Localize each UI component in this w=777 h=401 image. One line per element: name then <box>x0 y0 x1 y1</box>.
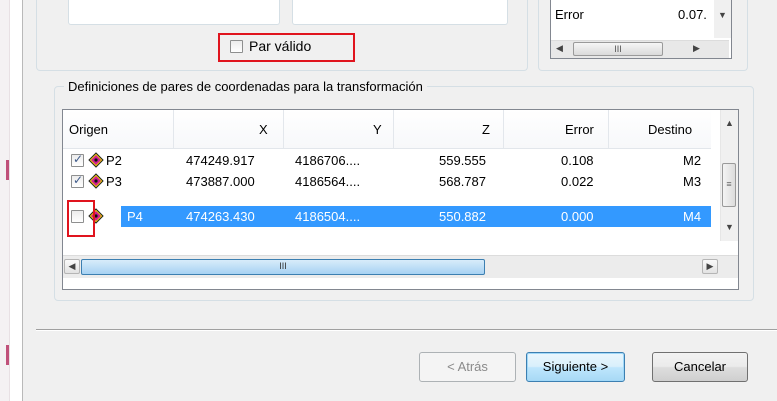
cell-destino: M2 <box>683 153 702 168</box>
table-row-text: P4 474263.430 4186504.... 550.882 0.000 … <box>63 206 711 227</box>
column-separator <box>503 110 504 148</box>
cell-z: 559.555 <box>439 153 486 168</box>
column-header-y[interactable]: Y <box>373 122 382 137</box>
edge-mark <box>6 160 9 180</box>
cell-destino: M4 <box>683 209 702 224</box>
scroll-right-icon[interactable]: ▶ <box>693 43 700 54</box>
stats-list[interactable]: Error 0.07. ▼ ◀ III ▶ <box>550 0 732 59</box>
cell-y: 4186564.... <box>295 174 361 189</box>
column-header-destino[interactable]: Destino <box>648 122 692 137</box>
cell-destino: M3 <box>683 174 702 189</box>
stats-hscroll-thumb[interactable]: III <box>573 42 663 56</box>
highlight-valid-pair <box>218 33 355 62</box>
cell-x: 473887.000 <box>186 174 255 189</box>
stats-vertical-scrollbar[interactable]: ▼ <box>714 0 731 38</box>
table-hscroll-thumb[interactable]: III <box>81 259 485 275</box>
destination-point-box <box>292 0 508 25</box>
table-horizontal-scrollbar[interactable]: ◀ III ▶ <box>63 255 738 278</box>
column-separator <box>173 110 174 148</box>
survey-point-icon <box>88 173 104 189</box>
cell-origen: P3 <box>106 174 122 189</box>
table-vertical-scrollbar[interactable]: ▲ ≡ ▼ <box>720 110 738 241</box>
table-header: Origen X Y Z Error Destino <box>63 110 711 149</box>
cell-error: 0.108 <box>561 153 594 168</box>
background-window-edge <box>0 0 10 401</box>
cell-z: 550.882 <box>439 209 486 224</box>
coordinate-pairs-legend: Definiciones de pares de coordenadas par… <box>64 79 427 94</box>
column-separator <box>283 110 284 148</box>
scroll-right-icon[interactable]: ▶ <box>702 259 718 274</box>
column-header-error[interactable]: Error <box>565 122 594 137</box>
column-header-x[interactable]: X <box>259 122 268 137</box>
coordinate-pairs-table[interactable]: Origen X Y Z Error Destino P2 474249.917… <box>62 109 739 290</box>
cell-x: 474263.430 <box>186 209 255 224</box>
button-area-separator <box>36 329 777 331</box>
cell-y: 4186706.... <box>295 153 361 168</box>
scroll-down-icon[interactable]: ▼ <box>718 10 727 20</box>
column-header-z[interactable]: Z <box>482 122 490 137</box>
scroll-down-icon[interactable]: ▼ <box>725 222 734 232</box>
row-checkbox[interactable] <box>71 173 84 188</box>
cell-origen: P2 <box>106 153 122 168</box>
cell-error: 0.022 <box>561 174 594 189</box>
cell-x: 474249.917 <box>186 153 255 168</box>
scroll-up-icon[interactable]: ▲ <box>725 118 734 128</box>
cell-error: 0.000 <box>561 209 594 224</box>
scroll-left-icon[interactable]: ◀ <box>556 43 563 54</box>
cell-origen: P4 <box>127 209 143 224</box>
column-separator <box>393 110 394 148</box>
stats-horizontal-scrollbar[interactable]: ◀ III ▶ <box>551 40 729 58</box>
edge-mark <box>6 345 9 365</box>
row-checkbox[interactable] <box>71 152 84 167</box>
next-button[interactable]: Siguiente > <box>526 352 625 382</box>
cell-z: 568.787 <box>439 174 486 189</box>
table-row[interactable]: P2 474249.917 4186706.... 559.555 0.108 … <box>63 150 711 171</box>
stats-row-value: 0.07. <box>678 7 707 22</box>
cell-y: 4186504.... <box>295 209 361 224</box>
column-header-origen[interactable]: Origen <box>69 122 108 137</box>
table-row[interactable]: P3 473887.000 4186564.... 568.787 0.022 … <box>63 171 711 192</box>
stats-row: Error 0.07. <box>553 5 713 23</box>
column-separator <box>608 110 609 148</box>
cancel-button[interactable]: Cancelar <box>652 352 748 382</box>
highlight-row-checkbox <box>67 200 95 237</box>
scroll-left-icon[interactable]: ◀ <box>64 259 80 274</box>
back-button[interactable]: < Atrás <box>419 352 516 382</box>
stats-row-label: Error <box>555 7 584 22</box>
table-vscroll-thumb[interactable]: ≡ <box>722 163 736 207</box>
origin-point-box <box>68 0 280 25</box>
survey-point-icon <box>88 152 104 168</box>
